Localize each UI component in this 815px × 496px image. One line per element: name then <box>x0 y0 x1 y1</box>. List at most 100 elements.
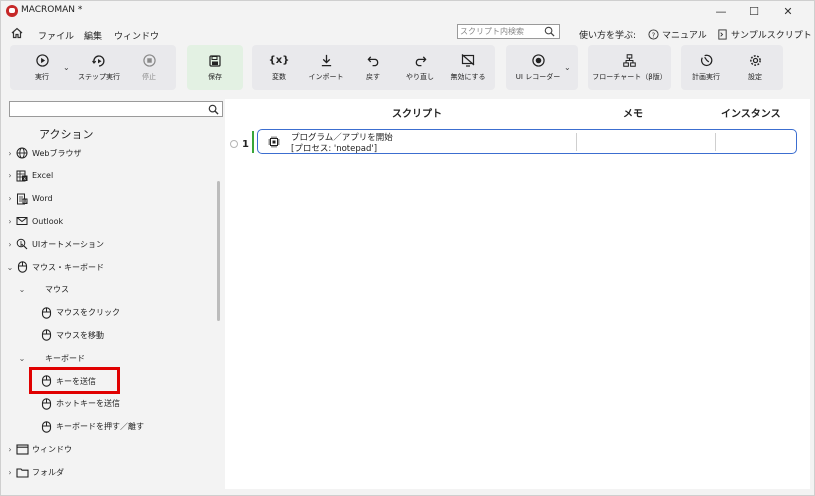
variables-button[interactable]: {x} 変数 <box>260 45 298 90</box>
actions-scrollbar-thumb[interactable] <box>217 181 220 321</box>
action-tree-item[interactable]: マウスをクリック <box>29 305 120 321</box>
script-step[interactable]: プログラム／アプリを開始 [プロセス: 'notepad'] <box>257 129 797 154</box>
save-button[interactable]: 保存 <box>187 45 243 90</box>
undo-icon <box>367 56 378 67</box>
learn-text: 使い方を学ぶ: <box>579 31 637 41</box>
flowchart-button[interactable]: フローチャート（β版） <box>588 45 671 90</box>
action-tree-item[interactable]: › Outlook <box>5 213 63 229</box>
record-icon <box>531 54 545 67</box>
manual-label: マニュアル <box>662 31 707 41</box>
action-tree-item[interactable]: ⌄ マウス <box>17 282 69 298</box>
schedule-button[interactable]: 計画実行 <box>685 45 727 90</box>
chevron-down-icon[interactable]: ⌄ <box>17 285 27 294</box>
redo-label: やり直し <box>406 72 434 81</box>
highlight-box <box>29 367 120 394</box>
flowchart-label: フローチャート（β版） <box>592 72 667 81</box>
action-tree-item[interactable]: › Webブラウザ <box>5 145 81 161</box>
disable-label: 無効にする <box>450 72 486 81</box>
action-tree-item[interactable]: マウスを移動 <box>29 327 104 343</box>
column-instance-header: インスタンス <box>721 109 781 120</box>
recorder-options-chevron-icon[interactable]: ⌄ <box>564 63 571 72</box>
stop-label: 停止 <box>142 72 156 81</box>
action-tree-label: Outlook <box>32 216 64 226</box>
chevron-right-icon[interactable]: › <box>5 194 15 203</box>
disable-button[interactable]: 無効にする <box>446 45 490 90</box>
run-label: 実行 <box>35 72 49 81</box>
redo-button[interactable]: やり直し <box>400 45 440 90</box>
action-tree-item[interactable]: ホットキーを送信 <box>29 396 120 412</box>
action-tree-label: マウス・キーボード <box>32 262 104 272</box>
mouse-icon <box>39 328 53 342</box>
mouse-icon <box>39 306 53 320</box>
search-icon[interactable] <box>544 26 555 37</box>
step-run-button[interactable]: ステップ実行 <box>76 45 122 90</box>
window-icon <box>15 442 29 456</box>
chevron-down-icon[interactable]: ⌄ <box>5 263 15 272</box>
home-icon[interactable] <box>11 27 23 39</box>
window-title: MACROMAN * <box>21 5 83 15</box>
action-tree-item[interactable]: ⌄ マウス・キーボード <box>5 259 104 275</box>
menu-edit[interactable]: 編集 <box>84 29 102 42</box>
minimize-button[interactable]: — <box>706 1 736 21</box>
menu-window[interactable]: ウィンドウ <box>114 29 159 42</box>
ui-recorder-label: UI レコーダー <box>515 72 561 81</box>
undo-button[interactable]: 戻す <box>357 45 389 90</box>
chevron-right-icon[interactable]: › <box>5 149 15 158</box>
action-tree-item[interactable]: › UIオートメーション <box>5 236 104 252</box>
action-tree-label: マウスを移動 <box>56 330 104 340</box>
action-tree-label: キーボードを押す／離す <box>56 422 144 432</box>
sample-scripts-icon <box>718 29 727 40</box>
action-tree-item[interactable]: キーボードを押す／離す <box>29 419 144 435</box>
chevron-right-icon[interactable]: › <box>5 240 15 249</box>
action-tree-label: Word <box>32 194 53 204</box>
row-marker <box>252 131 254 153</box>
cpu-chip-icon <box>268 136 280 148</box>
variables-icon: {x} <box>268 55 290 66</box>
samples-link[interactable]: サンプルスクリプト <box>717 28 812 41</box>
cursor-search-icon <box>15 237 29 251</box>
chevron-right-icon[interactable]: › <box>5 217 15 226</box>
maximize-button[interactable]: ☐ <box>739 1 769 21</box>
chevron-down-icon[interactable]: ⌄ <box>17 354 27 363</box>
settings-button[interactable]: 設定 <box>739 45 771 90</box>
chevron-right-icon[interactable]: › <box>5 171 15 180</box>
breakpoint-toggle[interactable] <box>230 140 238 148</box>
search-icon[interactable] <box>208 104 219 115</box>
action-tree-item[interactable]: › ウィンドウ <box>5 441 72 457</box>
import-label: インポート <box>308 72 344 81</box>
schedule-label: 計画実行 <box>692 72 720 81</box>
flowchart-icon <box>623 54 636 67</box>
action-tree-item[interactable]: › フォルダ <box>5 464 64 480</box>
toolbar-group-save: 保存 <box>187 45 243 90</box>
action-tree-item[interactable]: ⌄ キーボード <box>17 350 85 366</box>
run-button[interactable]: 実行 <box>22 45 62 90</box>
toolbar-group-recorder: UI レコーダー ⌄ <box>506 45 578 90</box>
stop-button[interactable]: 停止 <box>130 45 168 90</box>
manual-link[interactable]: ? マニュアル <box>648 28 707 41</box>
action-tree-label: マウス <box>45 285 69 295</box>
memo-separator <box>576 133 577 151</box>
action-search-input[interactable] <box>9 101 223 117</box>
action-tree-item[interactable]: › x Excel <box>5 168 53 184</box>
chevron-right-icon[interactable]: › <box>5 468 15 477</box>
chevron-right-icon[interactable]: › <box>5 445 15 454</box>
svg-text:W: W <box>23 199 27 204</box>
action-tree-label: ホットキーを送信 <box>56 399 120 409</box>
learn-label: 使い方を学ぶ: <box>579 28 636 41</box>
run-options-chevron-icon[interactable]: ⌄ <box>63 63 70 72</box>
download-icon <box>321 54 331 67</box>
save-disk-icon <box>209 54 221 67</box>
script-search-placeholder: スクリプト内検索 <box>460 27 524 36</box>
app-window: MACROMAN * — ☐ ✕ ファイル 編集 ウィンドウ スクリプト内検索 … <box>0 0 815 496</box>
import-button[interactable]: インポート <box>304 45 348 90</box>
variables-label: 変数 <box>272 72 286 81</box>
menu-file[interactable]: ファイル <box>38 29 74 42</box>
script-search-input[interactable]: スクリプト内検索 <box>457 24 560 39</box>
close-button[interactable]: ✕ <box>773 1 803 21</box>
row-number: 1 <box>242 139 249 150</box>
title-bar: MACROMAN * — ☐ ✕ <box>1 1 815 21</box>
step-run-icon <box>92 54 105 67</box>
action-tree-item[interactable]: › W Word <box>5 191 53 207</box>
action-tree-label: ウィンドウ <box>32 444 72 454</box>
ui-recorder-button[interactable]: UI レコーダー <box>508 45 568 90</box>
